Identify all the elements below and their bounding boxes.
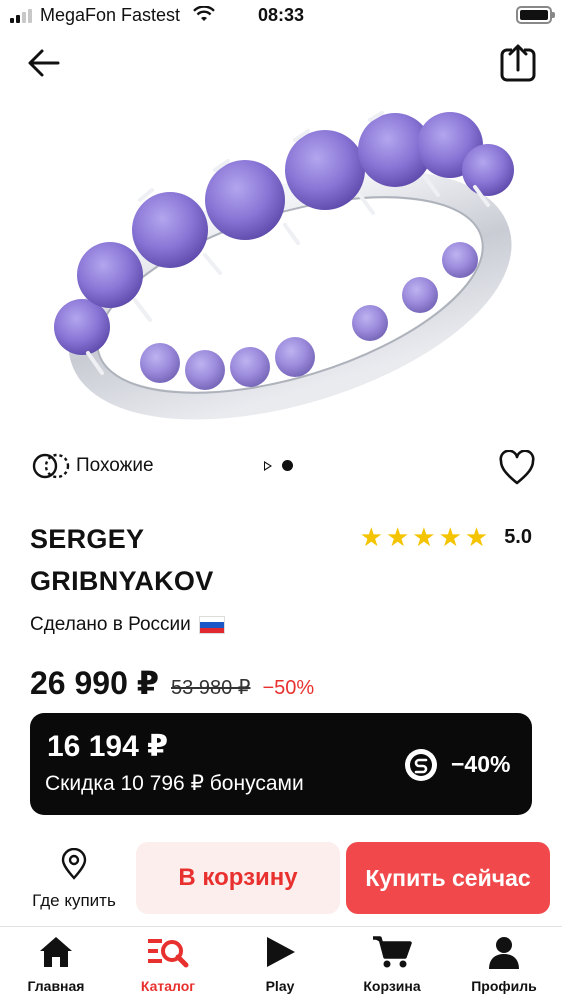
old-price: 53 980 ₽ — [171, 677, 251, 699]
bonus-card[interactable]: 16 194 ₽ Скидка 10 796 ₽ бонусами −40% — [30, 713, 532, 815]
current-price: 26 990 ₽ — [30, 665, 160, 701]
tab-profile[interactable]: Профиль — [454, 935, 554, 994]
cart-icon — [373, 936, 412, 968]
clock: 08:33 — [257, 5, 305, 25]
similar-label: Похожие — [76, 455, 154, 476]
catalog-icon — [148, 939, 189, 968]
profile-icon — [489, 937, 519, 969]
bonus-logo-icon — [405, 749, 437, 781]
favorite-heart-icon[interactable] — [498, 450, 536, 486]
bonus-price: 16 194 ₽ — [47, 730, 168, 763]
buy-now-button[interactable]: Купить сейчас — [346, 842, 550, 914]
product-image[interactable] — [40, 95, 522, 435]
home-icon — [40, 937, 72, 967]
share-icon[interactable] — [498, 43, 538, 83]
tab-home[interactable]: Главная — [6, 935, 106, 994]
tab-play[interactable]: Play — [230, 935, 330, 994]
battery-icon — [516, 6, 555, 24]
discount-badge: −50% — [262, 677, 315, 699]
tab-catalog[interactable]: Каталог — [118, 935, 218, 994]
add-to-cart-button[interactable]: В корзину — [136, 842, 340, 914]
similar-icon — [32, 453, 70, 479]
status-bar: MegaFon Fastest 08:33 — [0, 0, 562, 30]
tab-cart[interactable]: Корзина — [342, 935, 442, 994]
brand-name[interactable]: SERGEY GRIBNYAKOV — [30, 518, 310, 602]
price-block: 26 990 ₽ 53 980 ₽ −50% — [30, 664, 314, 702]
video-indicator-icon[interactable] — [264, 460, 272, 471]
russia-flag-icon — [198, 616, 225, 634]
rating[interactable]: ★ ★ ★ ★ ★ 5.0 — [360, 524, 532, 550]
bonus-description: Скидка 10 796 ₽ бонусами — [45, 772, 304, 795]
country-of-origin: Сделано в России — [30, 614, 225, 636]
pager-dot-active[interactable] — [282, 460, 293, 471]
bonus-percent: −40% — [451, 751, 511, 777]
where-to-buy-button[interactable]: Где купить — [24, 847, 124, 911]
image-pager[interactable] — [264, 460, 293, 471]
tab-bar: Главная Каталог Play Корзина Профиль — [0, 926, 562, 1000]
rating-value: 5.0 — [504, 525, 532, 548]
star-rating-icon: ★ ★ ★ ★ ★ — [359, 522, 489, 552]
similar-button[interactable]: Похожие — [32, 452, 154, 480]
play-icon — [267, 937, 295, 967]
back-arrow-icon[interactable] — [26, 45, 62, 81]
location-pin-icon — [61, 847, 87, 880]
